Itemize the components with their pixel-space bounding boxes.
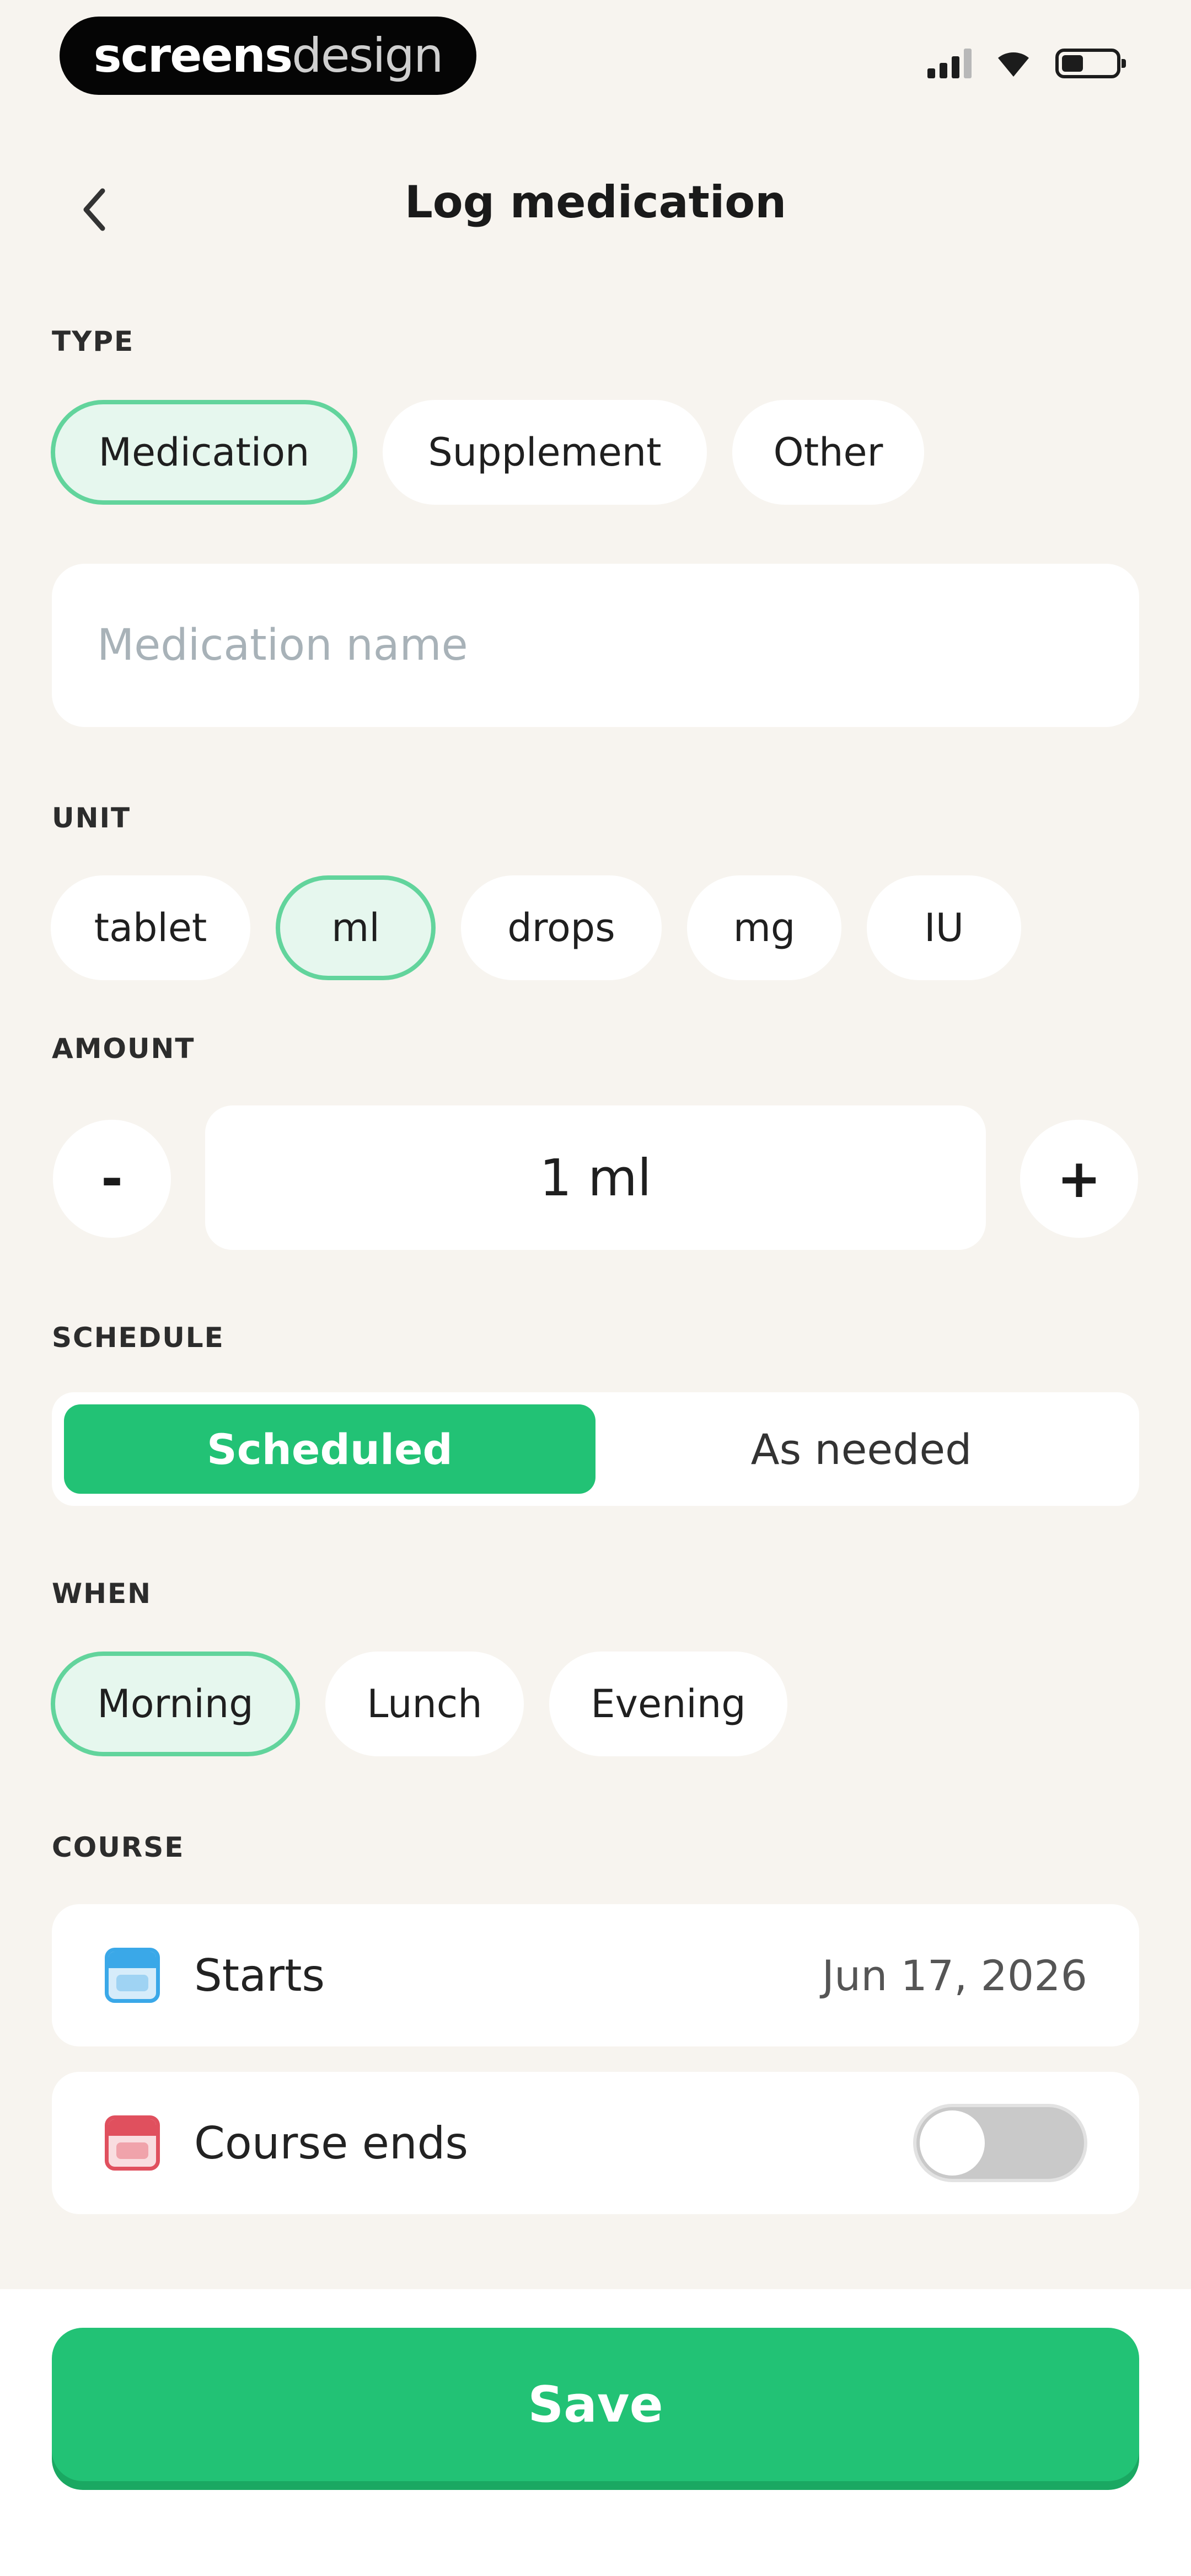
when-chip-evening[interactable]: Evening (549, 1652, 787, 1756)
schedule-segmented-control: Scheduled As needed (52, 1392, 1139, 1506)
unit-section-label: UNIT (52, 802, 131, 834)
amount-value[interactable]: 1 ml (205, 1105, 986, 1250)
unit-chip-tablet[interactable]: tablet (51, 875, 250, 980)
status-icons (927, 49, 1126, 78)
unit-chip-ml[interactable]: ml (276, 875, 436, 980)
type-chip-other[interactable]: Other (732, 400, 924, 505)
when-section-label: WHEN (52, 1578, 152, 1610)
brand-text-light: design (292, 28, 443, 83)
medication-name-input[interactable] (96, 620, 1139, 671)
unit-chip-mg[interactable]: mg (687, 875, 841, 980)
type-chip-medication[interactable]: Medication (51, 400, 357, 505)
course-ends-row: Course ends (52, 2072, 1139, 2214)
type-chip-row: Medication Supplement Other (51, 400, 924, 505)
medication-name-field[interactable] (52, 564, 1139, 727)
page-title: Log medication (404, 177, 787, 228)
schedule-option-scheduled[interactable]: Scheduled (64, 1404, 596, 1494)
course-ends-label: Course ends (194, 2117, 469, 2169)
save-button[interactable]: Save (52, 2328, 1139, 2481)
unit-chip-row: tablet ml drops mg IU (51, 875, 1021, 980)
type-section-label: TYPE (52, 325, 135, 357)
battery-icon (1055, 49, 1126, 78)
decrement-button[interactable]: - (53, 1120, 171, 1238)
increment-button[interactable]: + (1020, 1120, 1138, 1238)
schedule-section-label: SCHEDULE (52, 1322, 224, 1354)
course-ends-toggle[interactable] (913, 2104, 1087, 2182)
wifi-icon (998, 52, 1029, 77)
log-medication-screen: screens design Log medication TYPE Medica… (0, 0, 1191, 2576)
calendar-icon (105, 1948, 160, 2003)
starts-date-value: Jun 17, 2026 (822, 1950, 1087, 2000)
when-chip-morning[interactable]: Morning (51, 1652, 300, 1756)
starts-label: Starts (194, 1949, 325, 2001)
calendar-icon (105, 2115, 160, 2171)
unit-chip-drops[interactable]: drops (461, 875, 662, 980)
unit-chip-iu[interactable]: IU (867, 875, 1021, 980)
schedule-option-as-needed[interactable]: As needed (596, 1404, 1127, 1494)
toggle-knob (920, 2110, 985, 2176)
course-section-label: COURSE (52, 1831, 185, 1863)
when-chip-lunch[interactable]: Lunch (325, 1652, 524, 1756)
when-chip-row: Morning Lunch Evening (51, 1652, 787, 1756)
signal-icon (927, 49, 972, 78)
brand-text-bold: screens (93, 28, 293, 83)
amount-section-label: AMOUNT (52, 1033, 195, 1065)
brand-logo: screens design (60, 17, 476, 95)
type-chip-supplement[interactable]: Supplement (383, 400, 707, 505)
course-starts-row[interactable]: Starts Jun 17, 2026 (52, 1904, 1139, 2046)
